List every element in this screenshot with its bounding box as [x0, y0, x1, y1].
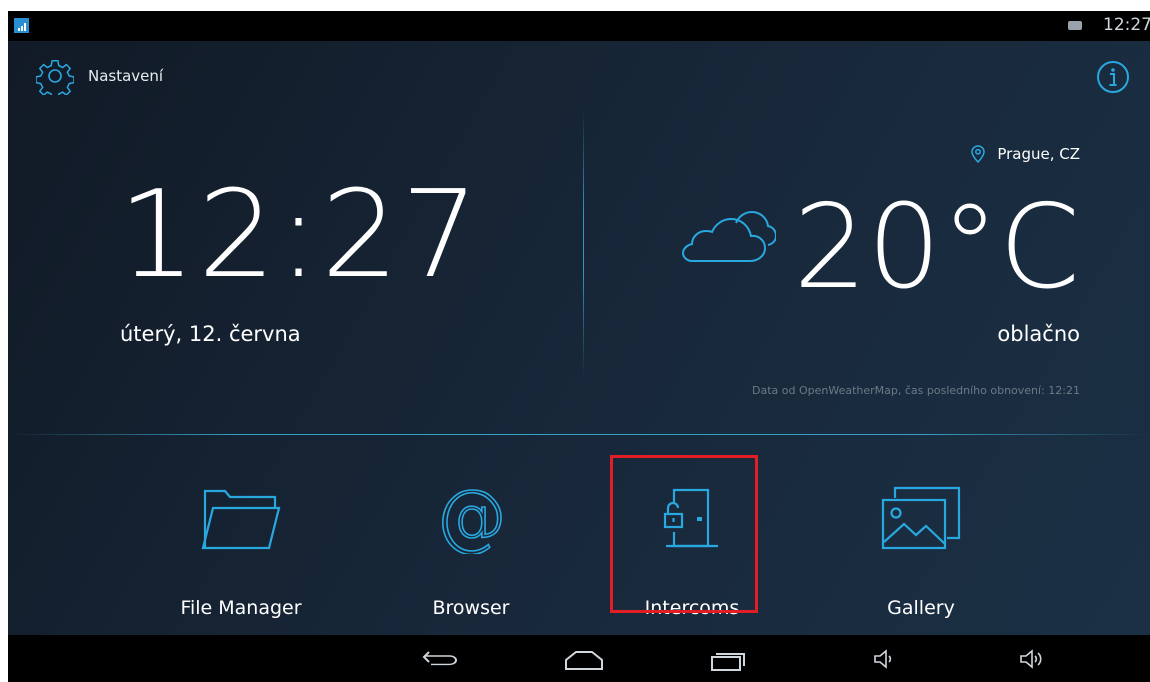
weather-source-note: Data od OpenWeatherMap, čas posledního o…: [752, 384, 1080, 397]
volume-down-icon[interactable]: [872, 648, 898, 670]
location-label: Prague, CZ: [997, 145, 1080, 163]
highlight-box: [610, 455, 758, 613]
app-label: File Manager: [180, 597, 302, 619]
weather-location[interactable]: Prague, CZ: [971, 145, 1080, 163]
temperature: 20°C: [793, 180, 1080, 315]
at-sign-icon: @: [436, 484, 506, 554]
navigation-bar: [8, 635, 1150, 682]
settings-button[interactable]: Nastavení: [36, 58, 164, 95]
tablet-screen: 12:27 Nastavení 12:27 úterý, 12. června: [8, 11, 1150, 682]
clock-date: úterý, 12. června: [120, 322, 301, 346]
info-icon[interactable]: [1096, 60, 1130, 94]
folder-icon: [201, 489, 281, 549]
recent-apps-icon[interactable]: [710, 649, 748, 671]
gallery-icon: [881, 486, 961, 549]
volume-up-icon[interactable]: [1018, 648, 1046, 670]
home-screen: Nastavení 12:27 úterý, 12. června Prague…: [8, 41, 1150, 635]
vertical-divider: [583, 109, 584, 377]
app-browser[interactable]: @ Browser: [396, 481, 546, 631]
weather-description: oblačno: [997, 322, 1080, 346]
signal-icon: [14, 18, 29, 33]
settings-label: Nastavení: [88, 67, 164, 85]
status-clock: 12:27: [1103, 15, 1150, 35]
cloud-icon: [681, 210, 776, 262]
app-gallery[interactable]: Gallery: [846, 481, 996, 631]
horizontal-divider: [8, 434, 1150, 435]
status-bar: 12:27: [8, 11, 1150, 41]
svg-text:@: @: [436, 484, 506, 554]
notification-icon: [1068, 21, 1082, 30]
app-file-manager[interactable]: File Manager: [166, 481, 316, 631]
app-label: Gallery: [887, 597, 955, 619]
clock-time: 12:27: [118, 166, 481, 305]
back-icon[interactable]: [421, 649, 459, 669]
app-label: Browser: [432, 597, 510, 619]
location-pin-icon: [971, 145, 986, 163]
home-icon[interactable]: [564, 649, 604, 671]
gear-icon: [36, 60, 74, 95]
